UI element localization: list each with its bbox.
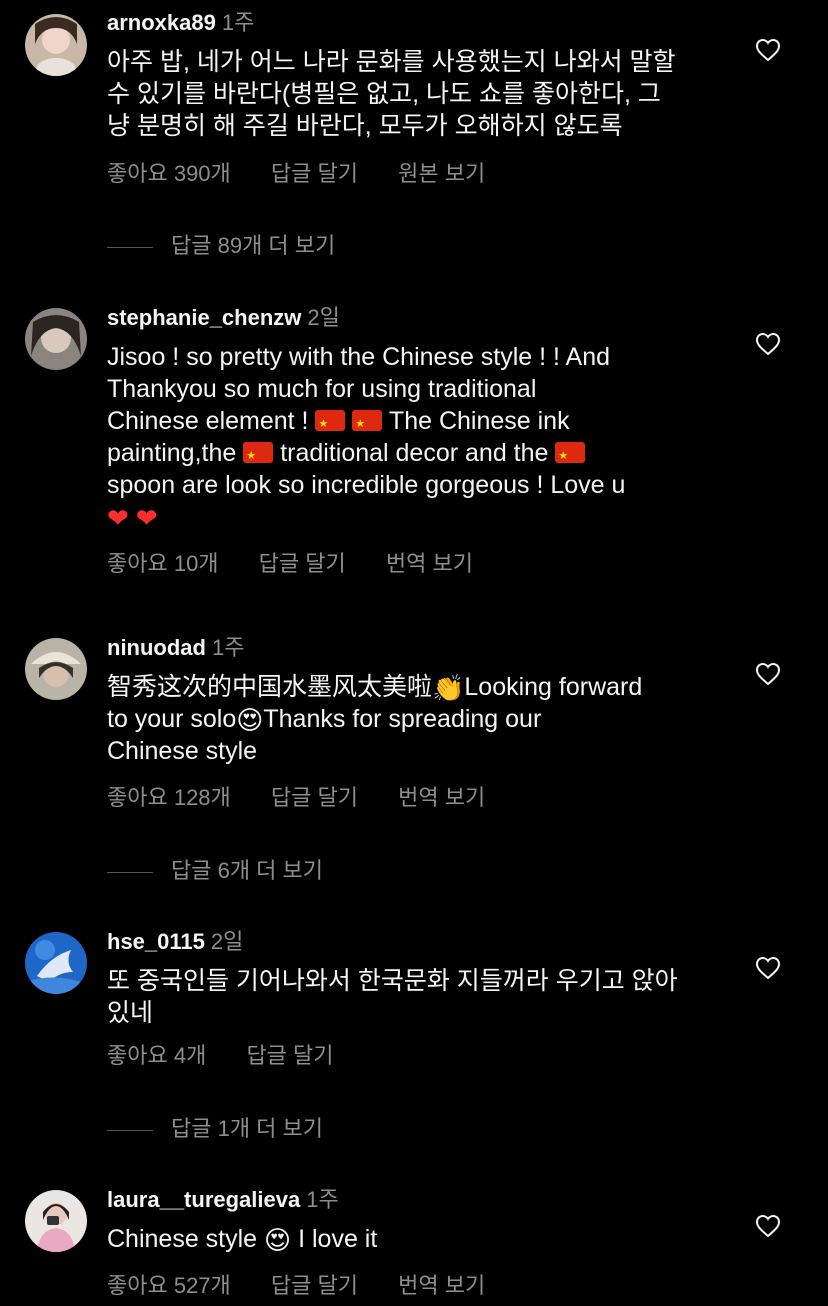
- comment-line: spoon are look so incredible gorgeous ! …: [107, 471, 626, 499]
- heart-outline-icon[interactable]: [755, 332, 781, 356]
- reply-button[interactable]: 답글 달기: [271, 160, 358, 188]
- comment-line: Chinese style: [107, 737, 258, 765]
- view-replies-button[interactable]: 답글 6개 더 보기: [107, 857, 323, 885]
- reply-button[interactable]: 답글 달기: [271, 784, 358, 812]
- comment-line: 또 중국인들 기어나와서 한국문화 지들꺼라 우기고 앉아: [107, 967, 678, 995]
- comment-text-segment: to your solo: [107, 705, 237, 733]
- reply-button[interactable]: 답글 달기: [246, 1042, 333, 1070]
- comment-text-segment: Thanks for spreading our: [263, 705, 542, 733]
- likes-count[interactable]: 좋아요 128개: [107, 784, 231, 812]
- timestamp: 1주: [306, 1187, 339, 1212]
- china-flag-icon: [555, 440, 586, 472]
- likes-count[interactable]: 좋아요 10개: [107, 550, 219, 578]
- likes-count[interactable]: 좋아요 4개: [107, 1042, 206, 1070]
- comment-line: ❤ ❤: [107, 501, 717, 533]
- comment-text-segment: The Chinese ink: [388, 407, 570, 435]
- view-replies-button[interactable]: 답글 89개 더 보기: [107, 232, 335, 260]
- comment-line: 아주 밥, 네가 어느 나라 문화를 사용했는지 나와서 말할: [107, 48, 676, 76]
- comment-line: Jisoo ! so pretty with the Chinese style…: [107, 343, 611, 371]
- comment-actions: 좋아요 390개 답글 달기 원본 보기: [107, 160, 485, 188]
- comment-text: 智秀这次的中国水墨风太美啦👏Looking forward to your so…: [107, 671, 717, 767]
- heart-outline-icon[interactable]: [755, 956, 781, 980]
- view-replies-button[interactable]: 답글 1개 더 보기: [107, 1115, 323, 1143]
- likes-count[interactable]: 좋아요 390개: [107, 160, 231, 188]
- comment-text: 또 중국인들 기어나와서 한국문화 지들꺼라 우기고 앉아 있네: [107, 965, 717, 1029]
- china-flag-icon: [352, 408, 383, 440]
- timestamp: 2일: [210, 929, 244, 954]
- heart-eyes-emoji: 😍: [236, 705, 264, 735]
- view-replies-label: 답글 1개 더 보기: [171, 1116, 324, 1141]
- comment-line: Thankyou so much for using traditional: [107, 375, 537, 403]
- red-heart-emoji: ❤: [135, 503, 158, 533]
- red-heart-emoji: ❤: [107, 503, 129, 533]
- comment-text-segment: traditional decor and the: [280, 439, 549, 467]
- see-translation-button[interactable]: 번역 보기: [398, 1272, 485, 1300]
- view-original-button[interactable]: 원본 보기: [398, 160, 485, 188]
- china-flag-icon: [315, 408, 346, 440]
- view-replies-label: 답글 6개 더 보기: [171, 858, 324, 883]
- comment-header: laura__turegalieva 1주: [107, 1186, 339, 1214]
- comment-header: hse_0115 2일: [107, 928, 243, 956]
- username[interactable]: hse_0115: [107, 929, 205, 954]
- comment-header: stephanie_chenzw 2일: [107, 304, 340, 332]
- china-flag-icon: [243, 440, 274, 472]
- comment-actions: 좋아요 4개 답글 달기: [107, 1042, 334, 1070]
- avatar[interactable]: [25, 14, 87, 76]
- comment-text: Chinese style 😍 I love it: [107, 1223, 717, 1255]
- divider-line: [107, 1129, 153, 1131]
- comment-header: ninuodad 1주: [107, 634, 244, 662]
- reply-button[interactable]: 답글 달기: [259, 550, 346, 578]
- comment-header: arnoxka89 1주: [107, 9, 254, 37]
- comment-line: 수 있기를 바란다(병필은 없고, 나도 쇼를 좋아한다, 그: [107, 80, 661, 108]
- comment-line: 냥 분명히 해 주길 바란다, 모두가 오해하지 않도록: [107, 112, 623, 140]
- comment-text-segment: painting,the: [107, 439, 237, 467]
- comment-text-segment: Looking forward: [464, 673, 643, 701]
- heart-outline-icon[interactable]: [755, 1214, 781, 1238]
- timestamp: 2일: [307, 305, 340, 330]
- username[interactable]: laura__turegalieva: [107, 1187, 300, 1212]
- reply-button[interactable]: 답글 달기: [271, 1272, 358, 1300]
- comment-actions: 좋아요 128개 답글 달기 번역 보기: [107, 784, 485, 812]
- timestamp: 1주: [221, 10, 255, 35]
- comment-actions: 좋아요 10개 답글 달기 번역 보기: [107, 550, 473, 578]
- heart-outline-icon[interactable]: [755, 662, 781, 686]
- comment-text-segment: Chinese element !: [107, 407, 309, 435]
- comment-line: 있네: [107, 999, 154, 1027]
- see-translation-button[interactable]: 번역 보기: [398, 784, 485, 812]
- heart-outline-icon[interactable]: [755, 38, 781, 62]
- divider-line: [107, 246, 153, 248]
- username[interactable]: arnoxka89: [107, 10, 216, 35]
- comment-text: 아주 밥, 네가 어느 나라 문화를 사용했는지 나와서 말할 수 있기를 바란…: [107, 46, 717, 142]
- clap-emoji: 👏: [432, 673, 465, 703]
- comment-line: 智秀这次的中国水墨风太美啦👏Looking forward: [107, 671, 717, 703]
- likes-count[interactable]: 좋아요 527개: [107, 1272, 231, 1300]
- username[interactable]: ninuodad: [107, 635, 206, 660]
- username[interactable]: stephanie_chenzw: [107, 305, 301, 330]
- comment-line: to your solo😍Thanks for spreading our: [107, 703, 717, 735]
- comment-line: Chinese style 😍 I love it: [107, 1223, 717, 1255]
- heart-eyes-emoji: 😍: [264, 1225, 292, 1255]
- comment-text-segment: Chinese style: [107, 1225, 258, 1253]
- avatar[interactable]: [25, 1190, 87, 1252]
- timestamp: 1주: [211, 635, 245, 660]
- comment-line: Chinese element ! The Chinese ink: [107, 405, 717, 440]
- avatar[interactable]: [25, 638, 87, 700]
- avatar[interactable]: [25, 308, 87, 370]
- see-translation-button[interactable]: 번역 보기: [386, 550, 473, 578]
- comment-text-segment: I love it: [298, 1225, 378, 1253]
- comment-text-segment: 智秀这次的中国水墨风太美啦: [107, 673, 433, 701]
- divider-line: [107, 871, 153, 873]
- comment-actions: 좋아요 527개 답글 달기 번역 보기: [107, 1272, 485, 1300]
- view-replies-label: 답글 89개 더 보기: [171, 233, 336, 258]
- comment-line: painting,the traditional decor and the: [107, 437, 717, 472]
- comment-text: Jisoo ! so pretty with the Chinese style…: [107, 341, 717, 533]
- avatar[interactable]: [25, 932, 87, 994]
